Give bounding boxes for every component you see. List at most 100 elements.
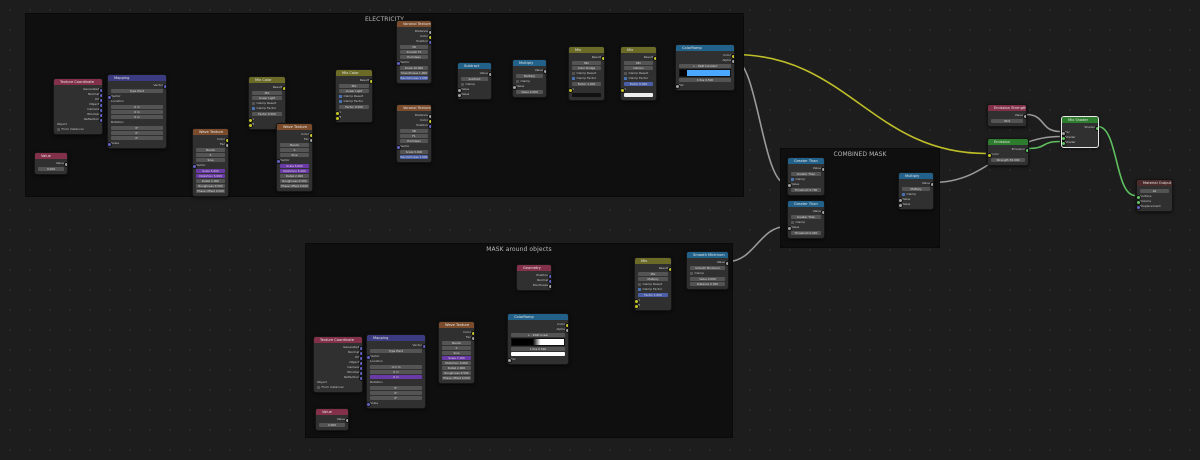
node-field[interactable]: 0° [111,131,163,135]
output-socket[interactable] [368,79,372,84]
output-socket[interactable] [564,328,568,333]
node-field[interactable]: Bands [280,143,309,147]
node-field[interactable]: Roughness 0.500 [280,179,309,183]
node-field[interactable]: Scale 7.100 [442,356,471,360]
node-header[interactable]: Material Output [1137,180,1172,186]
output-socket[interactable] [421,344,425,349]
node-field[interactable]: 0° [111,126,163,130]
checkbox[interactable] [624,76,627,80]
input-socket[interactable] [1137,205,1141,210]
checkbox[interactable] [902,192,905,196]
node-multiply1[interactable]: Multiply Value Multiply Clamp Value Value 2.0… [512,59,547,98]
input-socket[interactable] [788,226,792,231]
node-field[interactable]: Greater Than [791,215,821,219]
node-field[interactable]: Scale 5.000 [280,164,309,168]
node-greater1[interactable]: Greater Than Value Greater Than Clamp Value T… [787,157,825,196]
output-socket[interactable] [1022,114,1026,119]
output-socket[interactable] [730,59,734,64]
output-socket[interactable] [542,69,546,74]
node-field[interactable]: Threshold 0.700 [791,188,821,192]
node-value1[interactable]: Value Value 0.020 [34,152,68,175]
node-field[interactable]: F1 [400,134,428,138]
node-mixshader1[interactable]: Mix Shader Shader Fac Shader Shader [1061,116,1099,148]
checkbox[interactable] [572,71,575,75]
node-smooth1[interactable]: Smooth Minimum Value Smooth Minimum Clamp Va… [686,251,729,290]
node-field[interactable]: Phase Offset 0.000 [196,189,225,193]
input-socket[interactable] [397,61,401,66]
input-socket[interactable] [899,203,903,208]
node-mixcolor2[interactable]: Mix Color Result Mix Linear Light Clamp Resu… [335,69,373,123]
node-field[interactable]: Euclidean [400,139,428,143]
checkbox[interactable] [461,82,464,86]
node-field[interactable]: + - RGB Constant [679,64,731,68]
node-field[interactable]: Strength 30.000 [991,158,1025,162]
output-socket[interactable] [224,143,228,148]
node-field[interactable]: Darken [624,66,653,70]
node-field[interactable]: Smooth Minimum [690,266,725,270]
checkbox-row[interactable]: Clamp Factor [339,99,369,104]
node-field[interactable]: Sine [442,351,471,355]
node-field[interactable]: Linear Light [252,96,282,100]
node-field[interactable]: Type Point [370,349,422,353]
output-socket[interactable] [63,162,67,167]
color-ramp-gradient[interactable] [511,338,565,346]
checkbox[interactable] [317,385,320,389]
node-field[interactable]: Detail 2.000 [280,174,309,178]
node-field[interactable]: Bands [196,148,225,152]
node-header[interactable]: Wave Texture [193,129,228,135]
checkbox-row[interactable]: Clamp Factor [624,76,653,81]
node-field[interactable]: Greater Than [791,172,821,176]
node-field[interactable]: Factor 1.000 [572,82,601,86]
node-field[interactable]: Mix [339,84,369,88]
output-socket[interactable] [820,210,824,215]
output-socket[interactable] [358,376,362,381]
node-field[interactable]: Mix [624,61,653,65]
checkbox[interactable] [690,271,693,275]
node-field[interactable]: Randomness 1.000 [400,76,428,80]
input-socket[interactable] [193,164,197,169]
input-socket[interactable] [513,85,517,90]
node-field[interactable]: Phase Offset 0.000 [280,184,309,188]
node-mixcolor1[interactable]: Mix Color Result Mix Linear Light Clamp Resu… [248,76,286,130]
node-emission2[interactable]: Emission Emission Color Strength 30.000 [987,138,1029,166]
node-field[interactable]: Multiply [516,74,543,78]
input-socket[interactable] [569,88,573,93]
node-header[interactable]: Wave Texture [439,322,474,328]
node-field[interactable]: Value 2.000 [516,90,543,94]
node-field[interactable]: 0 m [111,105,163,109]
input-socket[interactable] [635,304,639,309]
node-link[interactable] [1025,113,1061,133]
node-field[interactable]: 0° [111,136,163,140]
node-field[interactable]: Randomness 1.000 [400,155,428,159]
input-socket[interactable] [988,153,992,158]
output-socket[interactable] [600,56,604,61]
output-socket[interactable] [427,124,431,129]
node-field[interactable]: 0 m [111,115,163,119]
output-socket[interactable] [308,138,312,143]
checkbox[interactable] [252,101,255,105]
node-field[interactable]: X [442,346,471,350]
node-link[interactable] [1027,140,1061,150]
node-field[interactable]: Multiply [638,277,668,281]
node-field[interactable]: -0.1 m [370,365,422,369]
node-field[interactable]: Color Dodge [572,66,601,70]
node-link[interactable] [733,53,987,155]
output-socket[interactable] [281,86,285,91]
node-field[interactable]: Factor 0.500 [339,105,369,109]
node-field[interactable]: 1 Pos 0.560 [511,347,565,351]
node-field[interactable]: All [1140,189,1169,193]
node-field[interactable]: + - RGB Linear [511,333,565,337]
node-field[interactable]: 3D [400,129,428,133]
node-value2[interactable]: Value Value 2.000 [315,408,349,431]
input-socket[interactable] [788,183,792,188]
output-socket[interactable] [652,56,656,61]
node-field[interactable]: Phase Offset 0.000 [442,376,471,380]
node-field[interactable]: 3D [400,45,428,49]
node-field[interactable]: 0° [370,391,422,395]
node-field[interactable]: Smooth F1 [400,50,428,54]
node-multiply2[interactable]: Multiply Value Multiply Clamp Value Value [898,172,934,210]
node-field[interactable]: Factor 1.000 [638,293,668,297]
node-field[interactable]: 0.020 [38,167,64,171]
node-field[interactable]: Sine [196,158,225,162]
node-mapping1[interactable]: Mapping Vector Type Point Vector Location 0 m… [107,74,167,149]
